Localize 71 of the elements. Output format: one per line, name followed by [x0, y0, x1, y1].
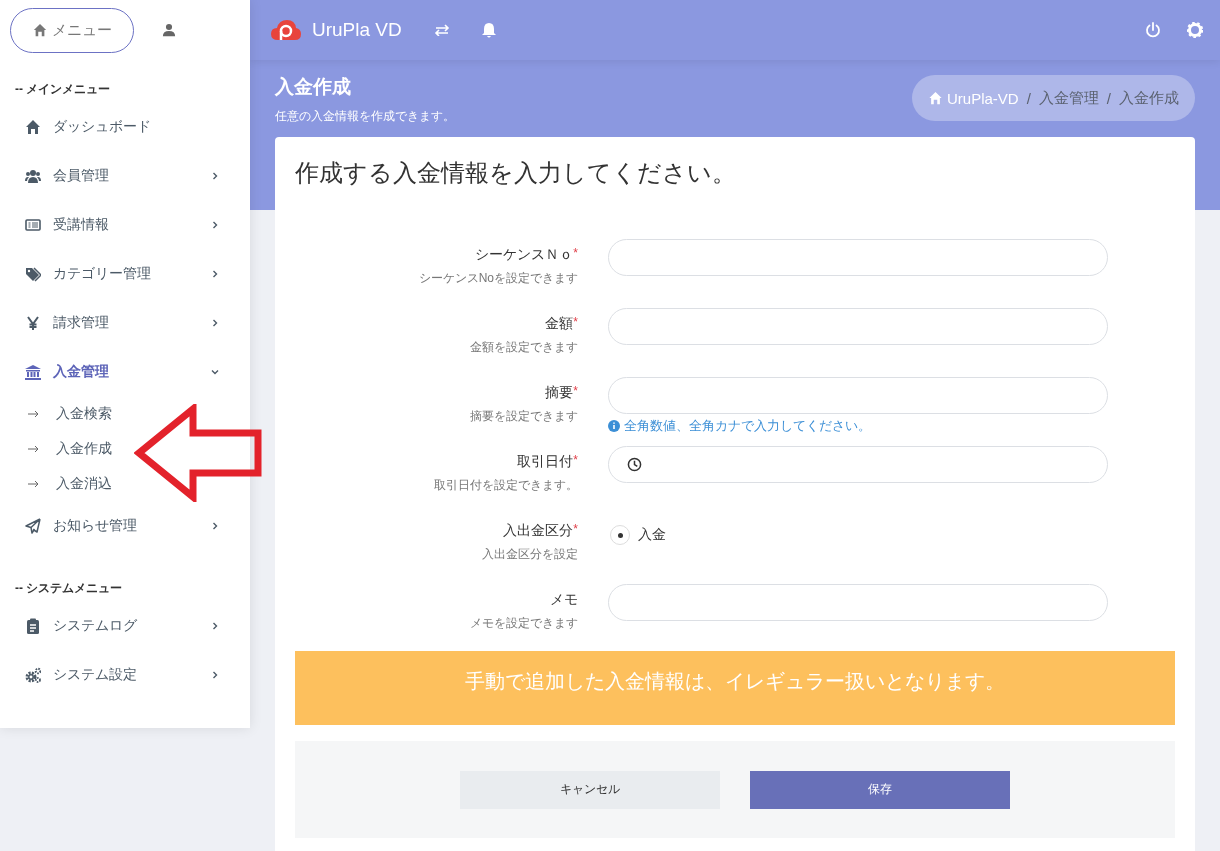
- user-icon[interactable]: [162, 23, 176, 37]
- field-label: 入出金区分: [503, 522, 574, 538]
- breadcrumb-separator: /: [1106, 89, 1111, 107]
- swap-arrows-icon[interactable]: [433, 24, 450, 36]
- required-mark: *: [573, 522, 578, 536]
- field-help: メモを設定できます: [469, 615, 578, 632]
- sidebar-item[interactable]: 入金管理: [0, 347, 250, 396]
- input-field[interactable]: [608, 239, 1108, 276]
- required-mark: *: [573, 384, 578, 398]
- brand-name: UruPla VD: [312, 19, 402, 41]
- breadcrumb-separator: /: [1026, 89, 1031, 107]
- list-icon: [25, 216, 41, 233]
- home-icon: [32, 23, 47, 37]
- page-title: 入金作成: [275, 75, 352, 99]
- home-icon: [927, 91, 943, 105]
- sidebar-item[interactable]: 会員管理: [0, 151, 250, 200]
- clock-icon: [627, 457, 642, 472]
- menu-section-heading: -- システムメニュー: [14, 580, 124, 597]
- arrow-right-icon: [28, 409, 40, 418]
- submenu-item[interactable]: 入金検索: [56, 404, 112, 423]
- submenu-item[interactable]: 入金作成: [56, 439, 112, 458]
- radio-label: 入金: [638, 526, 666, 544]
- bell-icon[interactable]: [481, 22, 496, 38]
- sidebar-item[interactable]: カテゴリー管理: [0, 249, 250, 298]
- submenu-item[interactable]: 入金消込: [56, 474, 112, 493]
- required-mark: *: [573, 246, 578, 260]
- home-icon: [25, 118, 41, 135]
- field-label: シーケンスＮｏ: [475, 246, 574, 262]
- settings-icon[interactable]: [1187, 22, 1203, 38]
- arrow-right-icon: [28, 444, 40, 453]
- page-subtitle: 任意の入金情報を作成できます。: [275, 108, 455, 125]
- field-label: 摘要: [545, 384, 574, 400]
- field-help: 取引日付を設定できます。: [433, 477, 578, 494]
- users-icon: [25, 167, 41, 184]
- field-hint: 全角数値、全角カナで入力してください。: [624, 417, 871, 435]
- info-icon: [608, 420, 620, 432]
- field-help: 入出金区分を設定: [481, 546, 578, 563]
- input-field[interactable]: [608, 308, 1108, 345]
- cancel-button[interactable]: キャンセル: [460, 770, 720, 809]
- required-mark: *: [573, 453, 578, 467]
- required-mark: *: [573, 315, 578, 329]
- menu-section-heading: -- メインメニュー: [14, 81, 112, 98]
- sidebar-item[interactable]: お知らせ管理: [0, 501, 250, 550]
- menu-button[interactable]: メニュー: [10, 7, 134, 53]
- sidebar-item[interactable]: システムログ: [0, 601, 250, 650]
- save-button[interactable]: 保存: [750, 770, 1010, 809]
- sidebar-item[interactable]: ダッシュボード: [0, 102, 250, 151]
- breadcrumb-item: 入金作成: [1119, 88, 1179, 108]
- field-label: 金額: [545, 315, 574, 331]
- bank-icon: [25, 363, 41, 380]
- sidebar-item[interactable]: システム設定: [0, 650, 250, 699]
- yen-icon: [25, 314, 41, 331]
- field-label: 取引日付: [517, 453, 574, 469]
- clipboard-icon: [25, 617, 41, 634]
- field-help: 摘要を設定できます: [469, 408, 578, 425]
- power-icon[interactable]: [1145, 22, 1161, 38]
- cloud-logo-icon: [270, 18, 302, 42]
- paper-plane-icon: [25, 517, 41, 534]
- form-heading: 作成する入金情報を入力してください。: [295, 158, 737, 188]
- sidebar-item[interactable]: 受講情報: [0, 200, 250, 249]
- date-field[interactable]: [608, 446, 1108, 483]
- input-field[interactable]: [608, 377, 1108, 414]
- sidebar-item[interactable]: 請求管理: [0, 298, 250, 347]
- field-label: メモ: [550, 591, 578, 607]
- field-help: シーケンスNoを設定できます: [417, 270, 578, 287]
- arrow-right-icon: [28, 479, 40, 488]
- notice-banner: 手動で追加した入金情報は、イレギュラー扱いとなります。: [295, 651, 1175, 725]
- input-field[interactable]: [608, 584, 1108, 621]
- field-help: 金額を設定できます: [469, 339, 578, 356]
- tags-icon: [25, 265, 41, 282]
- gears-icon: [25, 666, 41, 683]
